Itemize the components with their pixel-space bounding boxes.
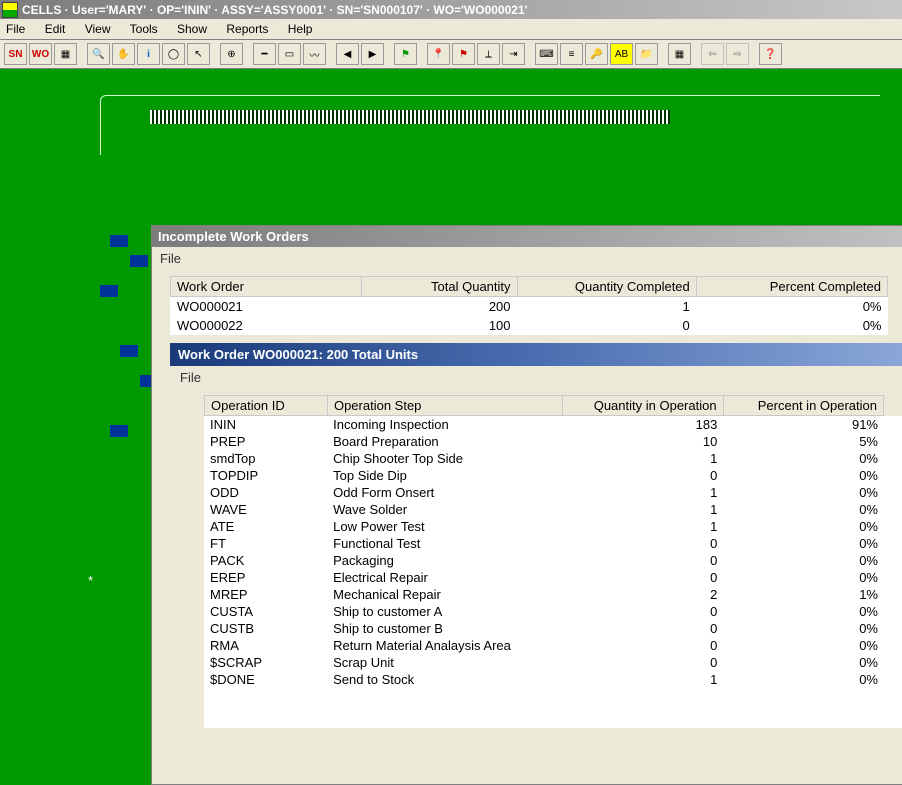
table-row[interactable]: MREPMechanical Repair21% xyxy=(204,586,884,603)
menu-tools[interactable]: Tools xyxy=(130,22,158,36)
line-icon[interactable]: ━ xyxy=(253,43,276,65)
operations-table-body[interactable]: ININIncoming Inspection18391%PREPBoard P… xyxy=(204,416,884,688)
pin3-icon[interactable]: ⇥ xyxy=(502,43,525,65)
pin1-icon[interactable]: 📍 xyxy=(427,43,450,65)
table-row[interactable]: TOPDIPTop Side Dip00% xyxy=(204,467,884,484)
key-icon[interactable]: 🔑 xyxy=(585,43,608,65)
table-row[interactable]: EREPElectrical Repair00% xyxy=(204,569,884,586)
table-row[interactable]: WO00002120010% xyxy=(171,297,888,317)
circle-icon[interactable]: ◯ xyxy=(162,43,185,65)
col-total-qty[interactable]: Total Quantity xyxy=(362,277,517,297)
grid2-icon[interactable]: ▦ xyxy=(668,43,691,65)
pcb-canvas[interactable]: * Incomplete Work Orders File Work Order… xyxy=(0,75,902,716)
flag-icon[interactable]: ⚑ xyxy=(394,43,417,65)
table-row[interactable]: WAVEWave Solder10% xyxy=(204,501,884,518)
col-work-order[interactable]: Work Order xyxy=(171,277,362,297)
main-menubar: File Edit View Tools Show Reports Help xyxy=(0,19,902,40)
work-orders-table[interactable]: Work Order Total Quantity Quantity Compl… xyxy=(170,276,888,335)
prev-icon[interactable]: ◀ xyxy=(336,43,359,65)
menu-view[interactable]: View xyxy=(85,22,111,36)
wave-icon[interactable]: 〰 xyxy=(303,43,326,65)
grid-icon[interactable]: ▦ xyxy=(54,43,77,65)
col-pct-completed[interactable]: Percent Completed xyxy=(696,277,887,297)
table-row[interactable]: WO00002210000% xyxy=(171,316,888,335)
fence-icon[interactable]: ≡ xyxy=(560,43,583,65)
table-row[interactable]: RMAReturn Material Analaysis Area00% xyxy=(204,637,884,654)
col-pct-in-op[interactable]: Percent in Operation xyxy=(723,396,883,416)
pin2-icon[interactable]: ⟂ xyxy=(477,43,500,65)
menu-edit[interactable]: Edit xyxy=(45,22,66,36)
table-row[interactable]: PREPBoard Preparation105% xyxy=(204,433,884,450)
pcb-connector xyxy=(150,110,670,124)
incomplete-work-orders-window: Incomplete Work Orders File Work Order T… xyxy=(151,225,902,785)
main-toolbar: SN WO ▦ 🔍 ✋ i ◯ ↖ ⊕ ━ ▭ 〰 ◀ ▶ ⚑ 📍 ⚑ ⟂ ⇥ … xyxy=(0,40,902,69)
marker: * xyxy=(88,573,93,588)
col-op-step[interactable]: Operation Step xyxy=(327,396,562,416)
table-row[interactable]: FTFunctional Test00% xyxy=(204,535,884,552)
sub1-menu-file[interactable]: File xyxy=(160,251,181,266)
next-icon[interactable]: ▶ xyxy=(361,43,384,65)
subwindow1-title: Incomplete Work Orders xyxy=(152,226,902,247)
title-bar: CELLS · User='MARY' · OP='ININ' · ASSY='… xyxy=(0,0,902,19)
table-row[interactable]: smdTopChip Shooter Top Side10% xyxy=(204,450,884,467)
menu-file[interactable]: File xyxy=(6,22,25,36)
table-row[interactable]: $DONESend to Stock10% xyxy=(204,671,884,688)
subwindow2-title: Work Order WO000021: 200 Total Units xyxy=(170,343,902,366)
subwindow2-menubar: File xyxy=(170,366,902,389)
info-icon[interactable]: i xyxy=(137,43,160,65)
table-row[interactable]: CUSTAShip to customer A00% xyxy=(204,603,884,620)
folder-icon[interactable]: 📁 xyxy=(635,43,658,65)
table-row[interactable]: ATELow Power Test10% xyxy=(204,518,884,535)
sub2-menu-file[interactable]: File xyxy=(180,370,201,385)
ab-icon[interactable]: AB xyxy=(610,43,633,65)
col-qty-in-op[interactable]: Quantity in Operation xyxy=(563,396,723,416)
menu-show[interactable]: Show xyxy=(177,22,207,36)
pointer-icon[interactable]: ↖ xyxy=(187,43,210,65)
menu-reports[interactable]: Reports xyxy=(226,22,268,36)
table-row[interactable]: $SCRAPScrap Unit00% xyxy=(204,654,884,671)
subwindow1-menubar: File xyxy=(152,247,902,270)
rect-icon[interactable]: ▭ xyxy=(278,43,301,65)
zoom-icon[interactable]: 🔍 xyxy=(87,43,110,65)
pflag-icon[interactable]: ⚑ xyxy=(452,43,475,65)
app-icon xyxy=(2,2,18,18)
table-row[interactable]: PACKPackaging00% xyxy=(204,552,884,569)
table-row[interactable]: ININIncoming Inspection18391% xyxy=(204,416,884,433)
pan-icon[interactable]: ✋ xyxy=(112,43,135,65)
operations-table[interactable]: Operation ID Operation Step Quantity in … xyxy=(204,395,884,416)
back-icon[interactable]: ⇦ xyxy=(701,43,724,65)
col-qty-completed[interactable]: Quantity Completed xyxy=(517,277,696,297)
wo-button[interactable]: WO xyxy=(29,43,52,65)
menu-help[interactable]: Help xyxy=(288,22,313,36)
whatsthis-icon[interactable]: ❓ xyxy=(759,43,782,65)
col-op-id[interactable]: Operation ID xyxy=(205,396,328,416)
work-order-detail-window: Work Order WO000021: 200 Total Units Fil… xyxy=(170,343,902,728)
forward-icon[interactable]: ⇨ xyxy=(726,43,749,65)
sn-button[interactable]: SN xyxy=(4,43,27,65)
table-row[interactable]: CUSTBShip to customer B00% xyxy=(204,620,884,637)
target-icon[interactable]: ⊕ xyxy=(220,43,243,65)
pcb-outline xyxy=(100,95,880,155)
keyboard-icon[interactable]: ⌨ xyxy=(535,43,558,65)
table-row[interactable]: ODDOdd Form Onsert10% xyxy=(204,484,884,501)
